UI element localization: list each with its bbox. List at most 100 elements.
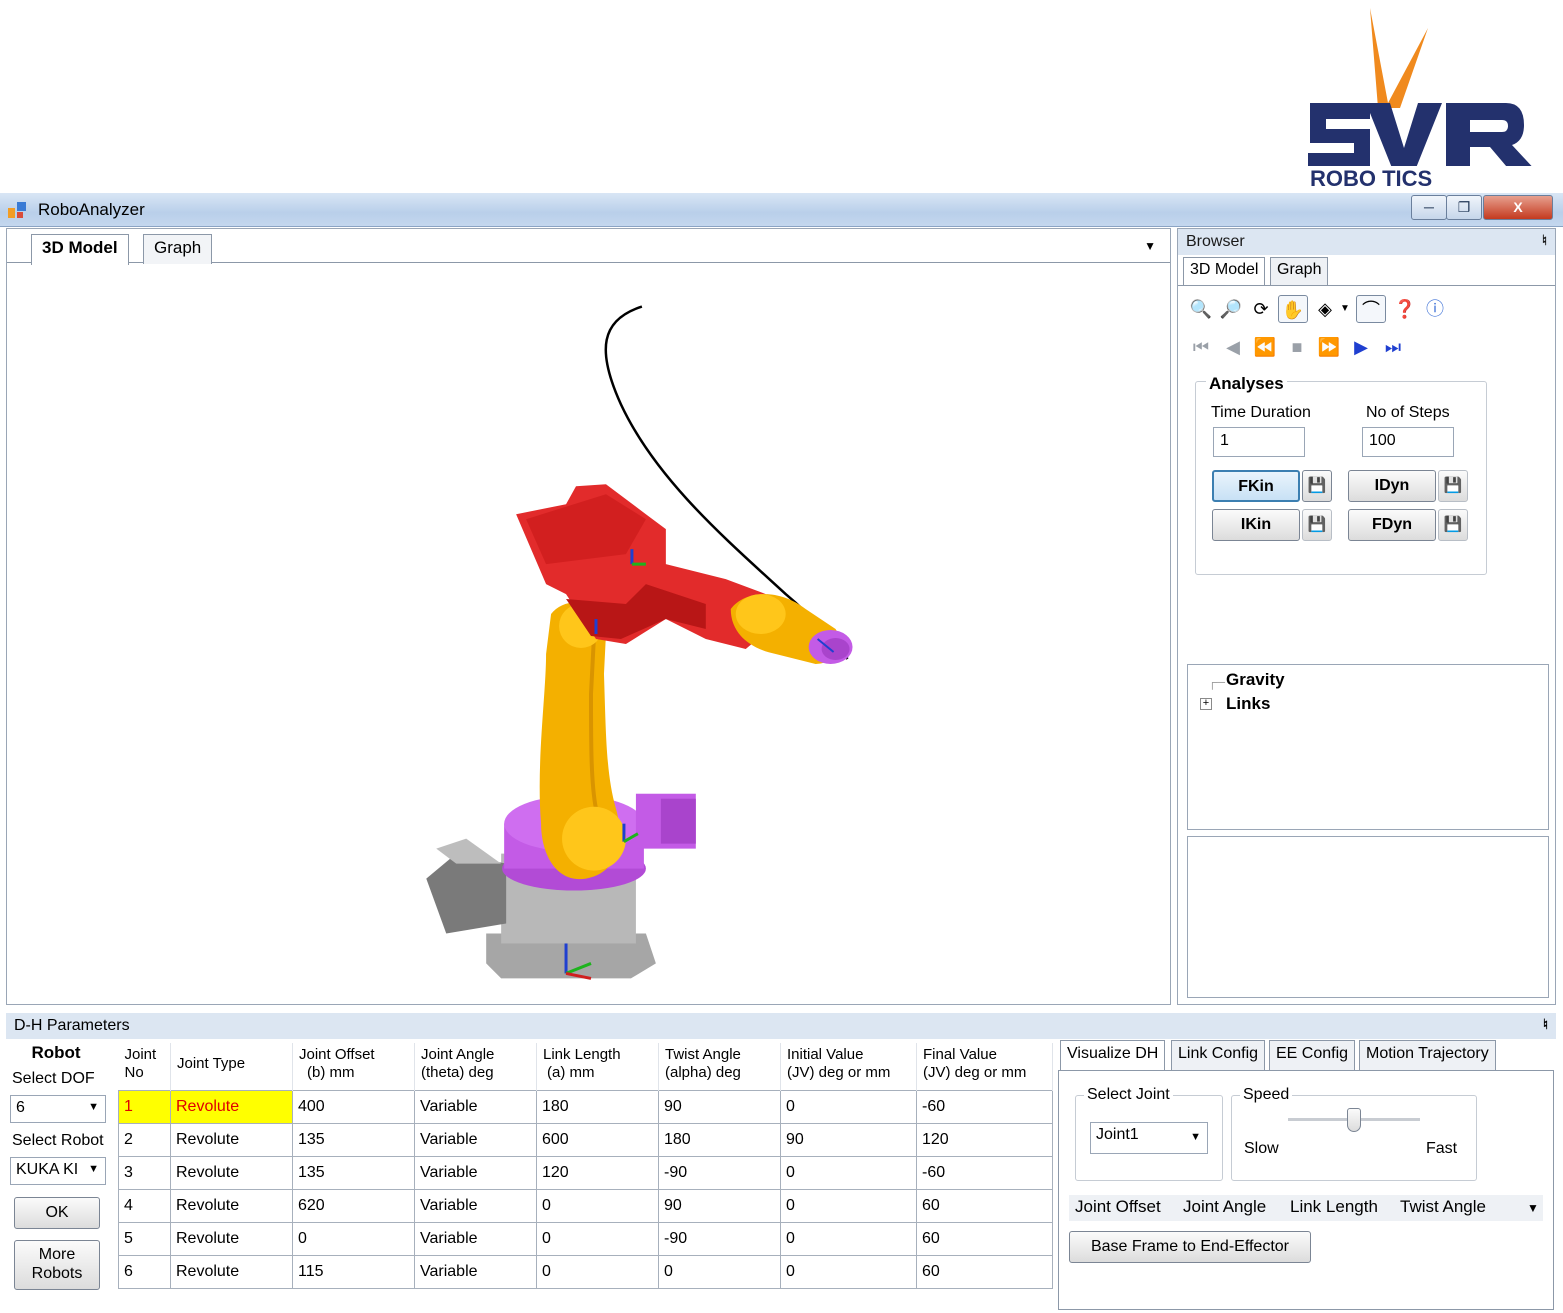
ok-button[interactable]: OK (14, 1197, 100, 1229)
chip-twist-angle[interactable]: Twist Angle (1400, 1197, 1486, 1217)
view-cube-icon[interactable]: ◈ (1312, 295, 1338, 323)
cell-final-value[interactable]: 60 (916, 1188, 1053, 1223)
cell-joint-offset[interactable]: 620 (292, 1188, 415, 1223)
minimize-button[interactable]: ─ (1411, 195, 1447, 220)
cell-initial-value[interactable]: 0 (780, 1155, 917, 1190)
table-row[interactable]: 4 Revolute 620 Variable 0 90 0 60 (118, 1188, 1053, 1223)
pin-icon[interactable]: ♮ (1543, 1016, 1548, 1033)
tab-link-config[interactable]: Link Config (1171, 1040, 1266, 1070)
table-row[interactable]: 3 Revolute 135 Variable 120 -90 0 -60 (118, 1155, 1053, 1190)
cell-joint-angle[interactable]: Variable (414, 1155, 537, 1190)
cell-joint-type[interactable]: Revolute (170, 1188, 293, 1223)
play-back-icon[interactable]: ⏪ (1252, 333, 1278, 361)
table-row[interactable]: 2 Revolute 135 Variable 600 180 90 120 (118, 1122, 1053, 1157)
cell-final-value[interactable]: 120 (916, 1122, 1053, 1157)
rotate-icon[interactable]: ⟳ (1248, 295, 1274, 323)
cell-link-length[interactable]: 0 (536, 1254, 659, 1289)
cell-joint-type[interactable]: Revolute (170, 1089, 293, 1124)
cell-joint-angle[interactable]: Variable (414, 1254, 537, 1289)
cell-twist-angle[interactable]: -90 (658, 1155, 781, 1190)
cell-twist-angle[interactable]: 0 (658, 1254, 781, 1289)
cell-initial-value[interactable]: 90 (780, 1122, 917, 1157)
cell-joint-type[interactable]: Revolute (170, 1122, 293, 1157)
ikin-button[interactable]: IKin (1212, 509, 1300, 541)
tab-ee-config[interactable]: EE Config (1269, 1040, 1356, 1070)
close-button[interactable]: X (1483, 195, 1553, 220)
cell-initial-value[interactable]: 0 (780, 1254, 917, 1289)
robot-3d-viewport[interactable] (7, 264, 1170, 1004)
steps-input[interactable]: 100 (1362, 427, 1454, 457)
cell-link-length[interactable]: 0 (536, 1188, 659, 1223)
tab-motion-trajectory[interactable]: Motion Trajectory (1359, 1040, 1496, 1070)
pin-icon[interactable]: ♮ (1542, 232, 1547, 249)
cell-joint-no[interactable]: 4 (118, 1188, 171, 1223)
cell-joint-angle[interactable]: Variable (414, 1188, 537, 1223)
cell-joint-angle[interactable]: Variable (414, 1089, 537, 1124)
cell-twist-angle[interactable]: -90 (658, 1221, 781, 1256)
cell-link-length[interactable]: 600 (536, 1122, 659, 1157)
cell-twist-angle[interactable]: 90 (658, 1089, 781, 1124)
zoom-in-icon[interactable]: 🔍 (1188, 295, 1214, 323)
cell-joint-offset[interactable]: 115 (292, 1254, 415, 1289)
time-duration-input[interactable]: 1 (1213, 427, 1305, 457)
cell-joint-type[interactable]: Revolute (170, 1221, 293, 1256)
save-fkin-icon[interactable]: 💾 (1302, 470, 1332, 502)
base-frame-button[interactable]: Base Frame to End-Effector (1069, 1231, 1311, 1263)
table-row[interactable]: 6 Revolute 115 Variable 0 0 0 60 (118, 1254, 1053, 1289)
cell-joint-no[interactable]: 5 (118, 1221, 171, 1256)
cell-joint-offset[interactable]: 135 (292, 1155, 415, 1190)
restore-button[interactable]: ❐ (1446, 195, 1482, 220)
fkin-button[interactable]: FKin (1212, 470, 1300, 502)
scroll-down-icon[interactable]: ▼ (1527, 1201, 1539, 1215)
cell-link-length[interactable]: 180 (536, 1089, 659, 1124)
browser-tab-graph[interactable]: Graph (1270, 257, 1329, 285)
cell-initial-value[interactable]: 0 (780, 1089, 917, 1124)
tab-visualize-dh[interactable]: Visualize DH (1060, 1040, 1166, 1071)
cell-final-value[interactable]: -60 (916, 1155, 1053, 1190)
cell-joint-angle[interactable]: Variable (414, 1122, 537, 1157)
first-frame-icon[interactable]: ⏮ (1188, 333, 1214, 361)
step-forward-icon[interactable]: ▶ (1348, 333, 1374, 361)
stop-icon[interactable]: ■ (1284, 333, 1310, 361)
cell-joint-no[interactable]: 6 (118, 1254, 171, 1289)
cell-joint-no[interactable]: 1 (118, 1089, 171, 1124)
more-robots-button[interactable]: More Robots (14, 1240, 100, 1290)
help-icon[interactable]: ❓ (1392, 295, 1418, 323)
table-row[interactable]: 5 Revolute 0 Variable 0 -90 0 60 (118, 1221, 1053, 1256)
cell-joint-no[interactable]: 3 (118, 1155, 171, 1190)
joint-select[interactable]: Joint1 ▼ (1090, 1122, 1208, 1154)
idyn-button[interactable]: IDyn (1348, 470, 1436, 502)
fdyn-button[interactable]: FDyn (1348, 509, 1436, 541)
cell-initial-value[interactable]: 0 (780, 1221, 917, 1256)
table-row[interactable]: 1 Revolute 400 Variable 180 90 0 -60 (118, 1089, 1053, 1124)
chip-link-length[interactable]: Link Length (1290, 1197, 1378, 1217)
step-back-icon[interactable]: ◀ (1220, 333, 1246, 361)
cell-initial-value[interactable]: 0 (780, 1188, 917, 1223)
tab-graph[interactable]: Graph (143, 234, 213, 264)
last-frame-icon[interactable]: ⏭ (1380, 333, 1406, 361)
cell-joint-offset[interactable]: 0 (292, 1221, 415, 1256)
cell-final-value[interactable]: -60 (916, 1089, 1053, 1124)
robot-select[interactable]: KUKA KI ▼ (10, 1157, 106, 1185)
chip-joint-angle[interactable]: Joint Angle (1183, 1197, 1266, 1217)
tab-3d-model[interactable]: 3D Model (31, 234, 129, 265)
trajectory-icon[interactable]: ⌒ (1356, 295, 1386, 323)
cell-link-length[interactable]: 0 (536, 1221, 659, 1256)
tree-item-gravity[interactable]: Gravity (1226, 670, 1285, 690)
browser-tab-3d-model[interactable]: 3D Model (1183, 257, 1266, 285)
cell-link-length[interactable]: 120 (536, 1155, 659, 1190)
play-icon[interactable]: ⏩ (1316, 333, 1342, 361)
cell-joint-no[interactable]: 2 (118, 1122, 171, 1157)
cell-joint-offset[interactable]: 400 (292, 1089, 415, 1124)
cell-joint-type[interactable]: Revolute (170, 1155, 293, 1190)
speed-slider-thumb[interactable] (1347, 1108, 1361, 1132)
tree-item-links[interactable]: Links (1226, 694, 1270, 714)
cell-final-value[interactable]: 60 (916, 1221, 1053, 1256)
cell-final-value[interactable]: 60 (916, 1254, 1053, 1289)
cell-twist-angle[interactable]: 90 (658, 1188, 781, 1223)
chip-joint-offset[interactable]: Joint Offset (1075, 1197, 1161, 1217)
chevron-down-icon[interactable]: ▼ (1144, 239, 1156, 253)
cell-joint-type[interactable]: Revolute (170, 1254, 293, 1289)
expand-icon[interactable]: + (1200, 698, 1212, 710)
cell-joint-offset[interactable]: 135 (292, 1122, 415, 1157)
